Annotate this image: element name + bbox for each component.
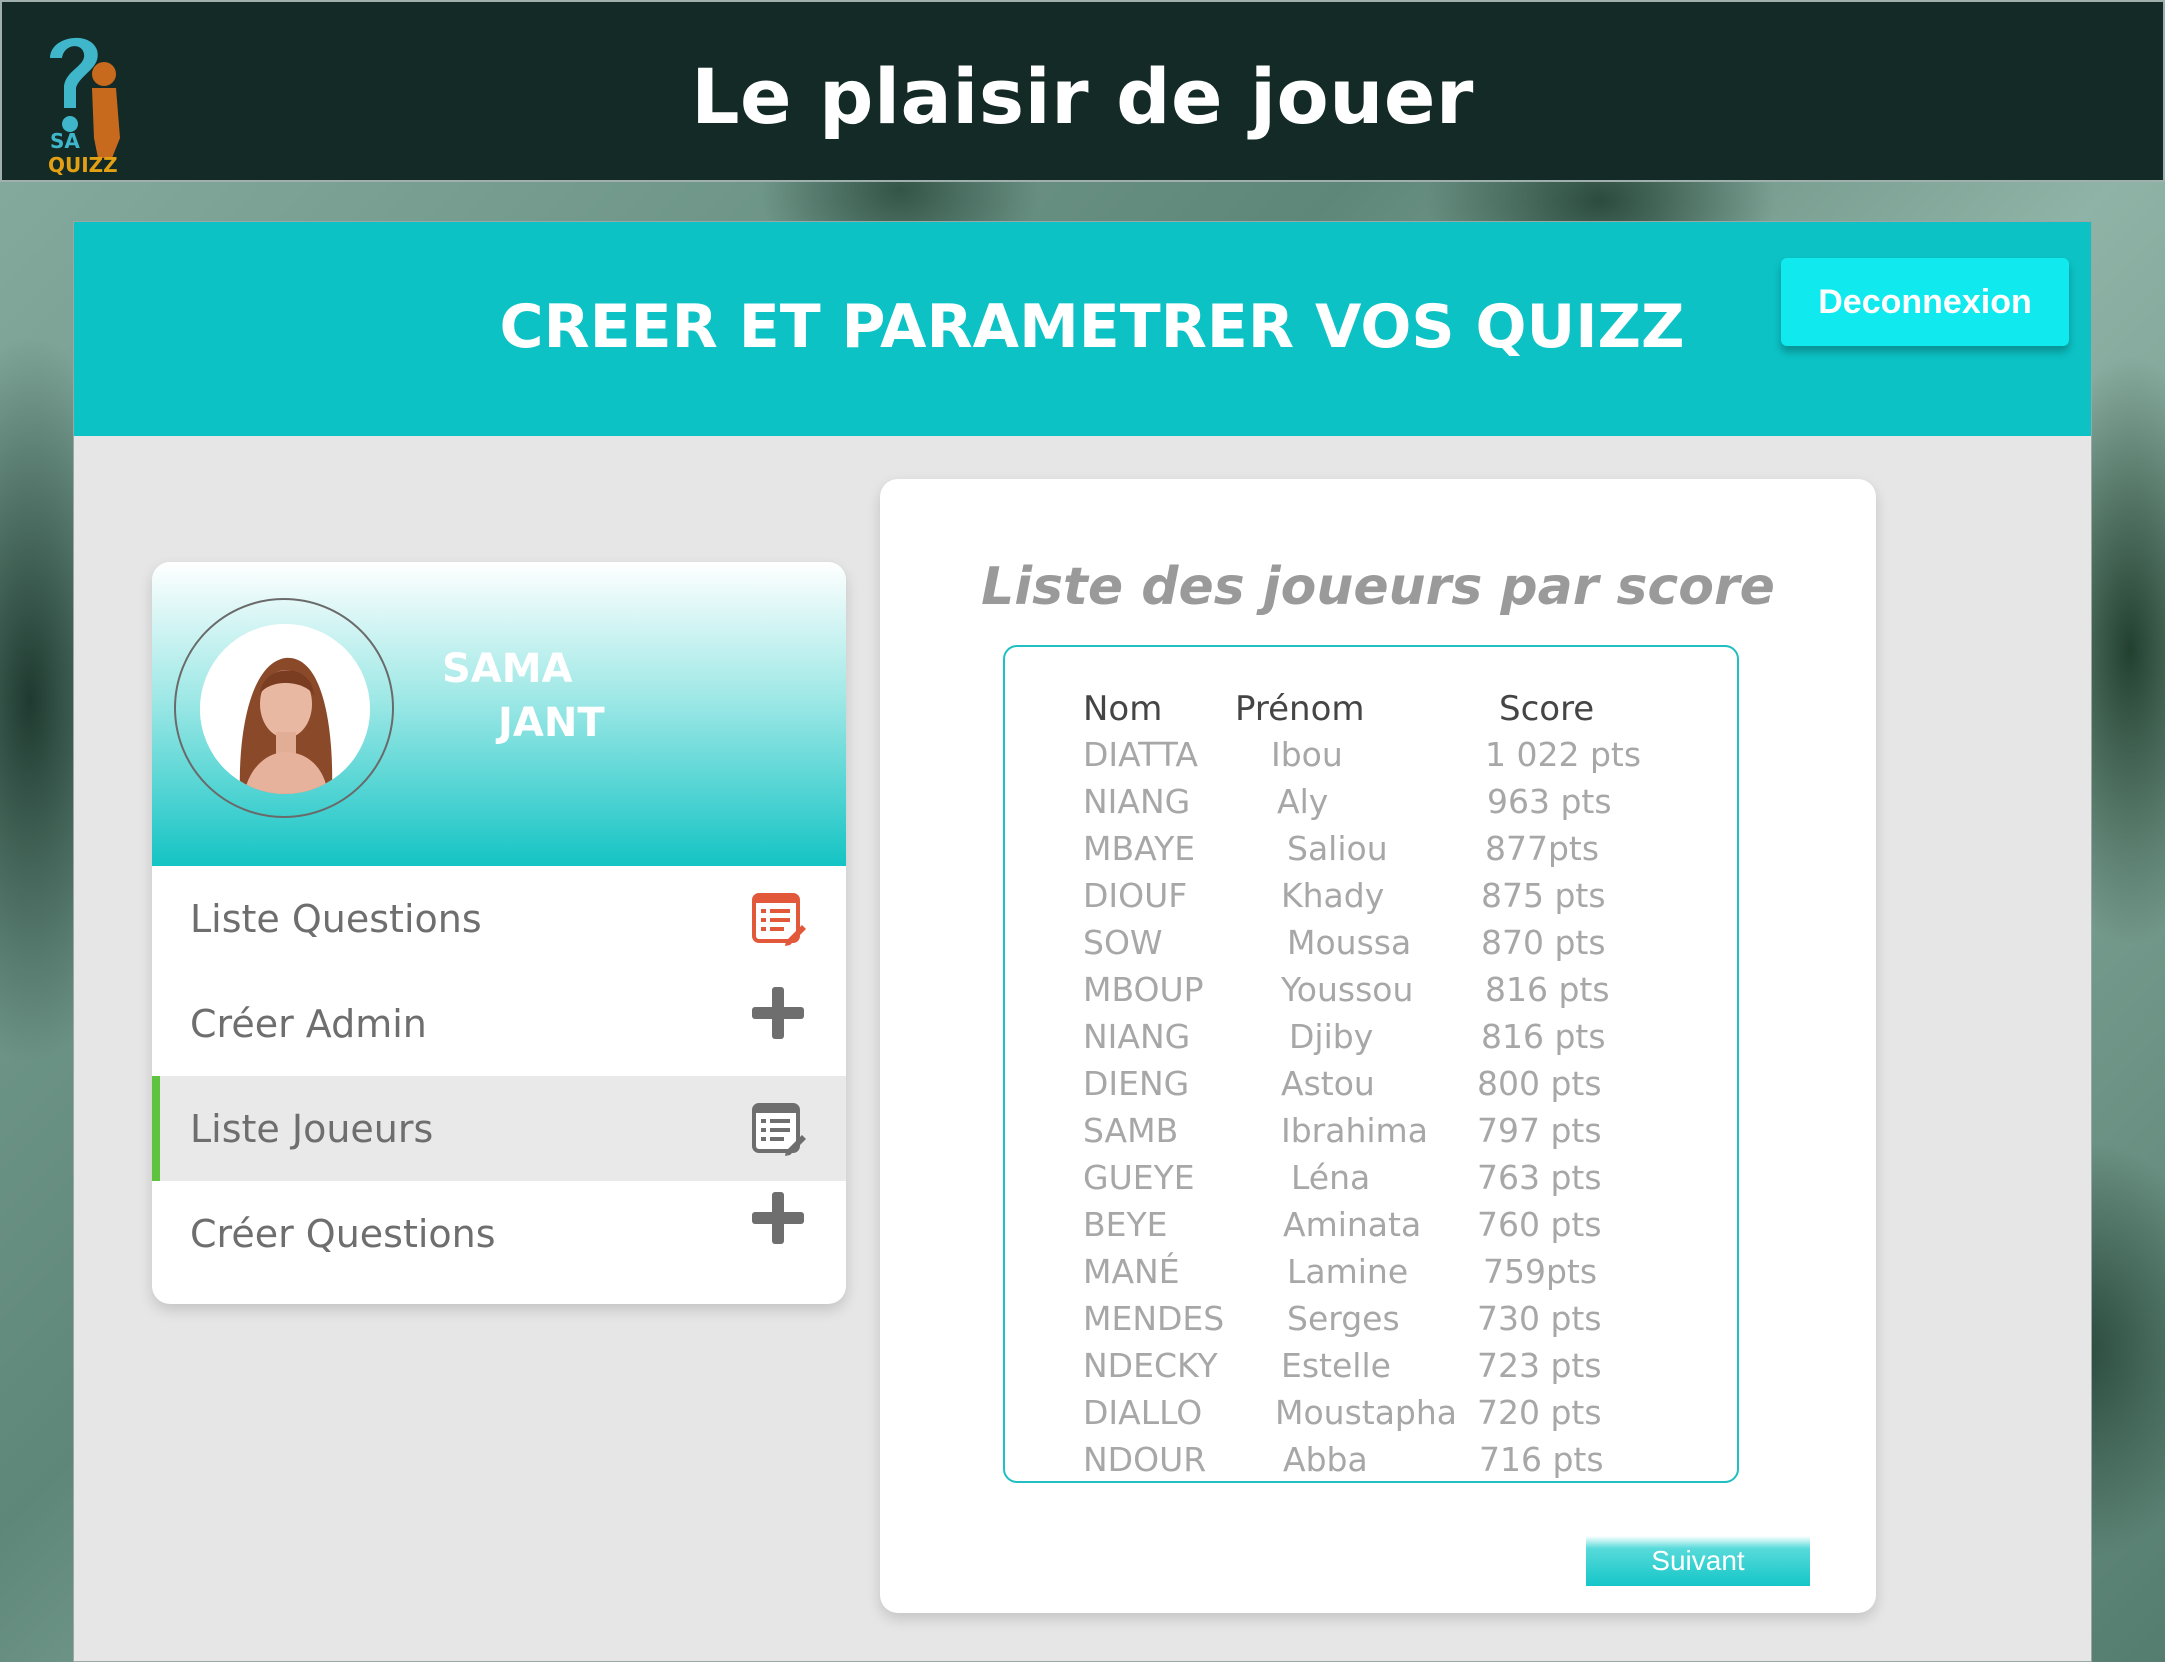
cell-nom: NIANG	[1083, 1017, 1191, 1056]
sidebar-menu: Liste Questions Créer Admin Liste Joueur…	[152, 866, 846, 1286]
cell-nom: MBOUP	[1083, 970, 1204, 1009]
cell-score: 870 pts	[1481, 923, 1606, 962]
main-panel: CREER ET PARAMETRER VOS QUIZZ Deconnexio…	[73, 221, 2092, 1662]
table-row: MENDES Serges 730 pts	[1005, 1299, 1737, 1346]
cell-prenom: Estelle	[1281, 1346, 1391, 1385]
cell-score: 816 pts	[1481, 1017, 1606, 1056]
cell-prenom: Saliou	[1287, 829, 1388, 868]
cell-score: 759pts	[1483, 1252, 1598, 1291]
cell-nom: SOW	[1083, 923, 1163, 962]
table-row: DIATTA Ibou 1 022 pts	[1005, 735, 1737, 782]
table-row: DIALLO Moustapha 720 pts	[1005, 1393, 1737, 1440]
next-button[interactable]: Suivant	[1586, 1536, 1810, 1586]
plus-icon	[750, 1190, 806, 1246]
table-row: NDECKY Estelle 723 pts	[1005, 1346, 1737, 1393]
cell-score: 816 pts	[1485, 970, 1610, 1009]
cell-prenom: Aminata	[1283, 1205, 1422, 1244]
menu-item-label: Liste Questions	[190, 896, 482, 941]
profile-header: SAMA JANT	[152, 562, 846, 866]
table-row: BEYE Aminata 760 pts	[1005, 1205, 1737, 1252]
table-row: DIENG Astou 800 pts	[1005, 1064, 1737, 1111]
menu-item-liste-questions[interactable]: Liste Questions	[152, 866, 846, 971]
app-title: Le plaisir de jouer	[691, 52, 1474, 141]
cell-prenom: Youssou	[1281, 970, 1414, 1009]
table-row: MBOUP Youssou 816 pts	[1005, 970, 1737, 1017]
user-first-name: SAMA	[442, 646, 573, 692]
cell-prenom: Ibou	[1271, 735, 1343, 774]
plus-icon	[750, 985, 806, 1041]
cell-prenom: Léna	[1291, 1158, 1371, 1197]
table-row: MANÉ Lamine 759pts	[1005, 1252, 1737, 1299]
cell-nom: SAMB	[1083, 1111, 1179, 1150]
cell-nom: NDOUR	[1083, 1440, 1207, 1479]
column-header-nom: Nom	[1083, 689, 1163, 729]
cell-score: 877pts	[1485, 829, 1600, 868]
menu-item-label: Créer Admin	[190, 1001, 427, 1046]
cell-prenom: Astou	[1281, 1064, 1375, 1103]
scores-title: Liste des joueurs par score	[981, 557, 1775, 617]
cell-score: 720 pts	[1477, 1393, 1602, 1432]
table-row: NDOUR Abba 716 pts	[1005, 1440, 1737, 1487]
menu-item-creer-questions[interactable]: Créer Questions	[152, 1181, 846, 1286]
table-row: SOW Moussa 870 pts	[1005, 923, 1737, 970]
table-row: NIANG Aly 963 pts	[1005, 782, 1737, 829]
players-table-body: DIATTA Ibou 1 022 pts NIANG Aly 963 pts MBAYE S…	[1005, 735, 1737, 1487]
cell-nom: BEYE	[1083, 1205, 1168, 1244]
cell-nom: DIALLO	[1083, 1393, 1203, 1432]
cell-nom: DIOUF	[1083, 876, 1188, 915]
logo-text-quizz: QUIZZ	[48, 153, 118, 177]
column-header-prenom: Prénom	[1235, 689, 1365, 729]
players-score-card: Liste des joueurs par score Nom Prénom S…	[880, 479, 1876, 1613]
cell-prenom: Lamine	[1287, 1252, 1409, 1291]
cell-nom: NDECKY	[1083, 1346, 1218, 1385]
profile-card: SAMA JANT Liste Questions Créer Admin Li…	[152, 562, 846, 1304]
table-row: SAMB Ibrahima 797 pts	[1005, 1111, 1737, 1158]
cell-nom: MBAYE	[1083, 829, 1196, 868]
players-table: Nom Prénom Score DIATTA Ibou 1 022 pts NIAN…	[1003, 645, 1739, 1483]
cell-prenom: Djiby	[1289, 1017, 1374, 1056]
logout-button[interactable]: Deconnexion	[1781, 258, 2069, 346]
table-row: GUEYE Léna 763 pts	[1005, 1158, 1737, 1205]
menu-item-label: Liste Joueurs	[190, 1106, 434, 1151]
cell-prenom: Ibrahima	[1281, 1111, 1428, 1150]
menu-item-liste-joueurs[interactable]: Liste Joueurs	[152, 1076, 846, 1181]
menu-item-label: Créer Questions	[190, 1211, 496, 1256]
cell-score: 797 pts	[1477, 1111, 1602, 1150]
cell-prenom: Moustapha	[1275, 1393, 1458, 1432]
avatar-ring	[174, 598, 394, 818]
user-last-name: JANT	[498, 700, 605, 746]
cell-prenom: Abba	[1283, 1440, 1368, 1479]
table-row: DIOUF Khady 875 pts	[1005, 876, 1737, 923]
edit-list-icon	[750, 1101, 806, 1157]
cell-score: 875 pts	[1481, 876, 1606, 915]
cell-nom: DIENG	[1083, 1064, 1190, 1103]
cell-score: 730 pts	[1477, 1299, 1602, 1338]
cell-prenom: Aly	[1277, 782, 1329, 821]
cell-prenom: Moussa	[1287, 923, 1412, 962]
column-header-score: Score	[1499, 689, 1595, 729]
table-row: NIANG Djiby 816 pts	[1005, 1017, 1737, 1064]
cell-nom: GUEYE	[1083, 1158, 1195, 1197]
cell-score: 1 022 pts	[1485, 735, 1642, 774]
cell-prenom: Serges	[1287, 1299, 1400, 1338]
menu-item-creer-admin[interactable]: Créer Admin	[152, 971, 846, 1076]
cell-score: 763 pts	[1477, 1158, 1602, 1197]
cell-score: 963 pts	[1487, 782, 1612, 821]
cell-score: 760 pts	[1477, 1205, 1602, 1244]
cell-score: 800 pts	[1477, 1064, 1602, 1103]
cell-prenom: Khady	[1281, 876, 1385, 915]
cell-nom: DIATTA	[1083, 735, 1198, 774]
cell-nom: NIANG	[1083, 782, 1191, 821]
cell-nom: MANÉ	[1083, 1252, 1180, 1291]
cell-score: 723 pts	[1477, 1346, 1602, 1385]
table-row: MBAYE Saliou 877pts	[1005, 829, 1737, 876]
cell-score: 716 pts	[1479, 1440, 1604, 1479]
cell-nom: MENDES	[1083, 1299, 1225, 1338]
edit-list-icon	[750, 891, 806, 947]
banner: CREER ET PARAMETRER VOS QUIZZ Deconnexio…	[74, 222, 2091, 436]
top-bar: SA QUIZZ Le plaisir de jouer	[0, 0, 2165, 182]
avatar	[200, 624, 370, 794]
